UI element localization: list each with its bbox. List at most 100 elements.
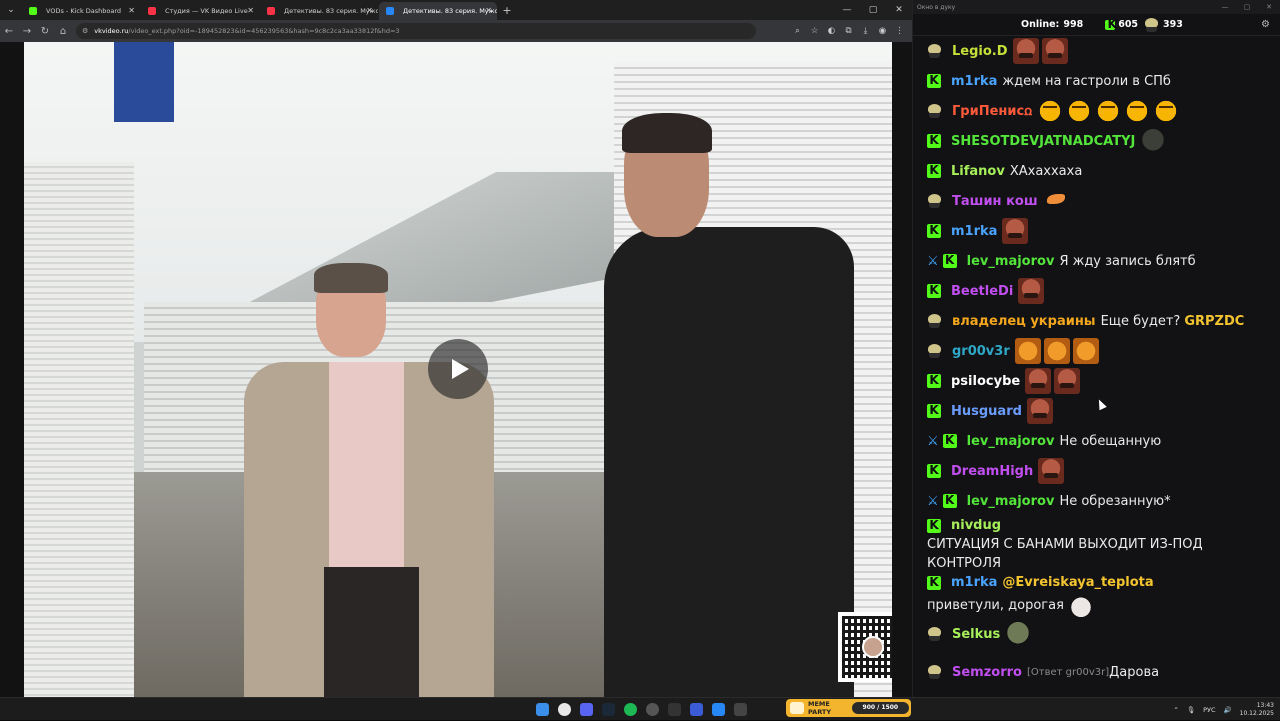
cry-emote-icon (1066, 98, 1093, 124)
skull-badge-icon (927, 344, 943, 358)
play-button[interactable] (428, 339, 488, 399)
home-icon[interactable]: ⌂ (54, 26, 72, 37)
kick-badge-icon (927, 573, 941, 592)
settings-gear-icon[interactable]: ⚙ (1261, 19, 1270, 30)
menu-icon[interactable]: ⋮ (891, 26, 908, 36)
chat-username[interactable]: nivdug (951, 516, 1001, 535)
chat-username[interactable]: Legio.D (952, 42, 1008, 61)
profile-icon[interactable]: ◉ (874, 26, 891, 36)
kick-badge-icon (942, 431, 957, 450)
tray-chevron-icon[interactable]: ⌃ (1173, 706, 1178, 714)
tab-close-icon[interactable]: ✕ (128, 2, 135, 20)
chat-username[interactable]: Husguard (951, 402, 1022, 421)
steam-icon[interactable] (602, 703, 615, 716)
chat-username[interactable]: m1rka (951, 222, 997, 241)
chat-username[interactable]: BeetleDi (951, 282, 1013, 301)
chrome-icon[interactable] (558, 703, 571, 716)
zoom-icon[interactable]: ⌕ (789, 26, 806, 36)
chat-username[interactable]: Lifanov (951, 162, 1005, 181)
obs-icon[interactable] (646, 703, 659, 716)
chat-message-list: Legio.D m1rka ждем на гастроли в СПб ГриПен… (913, 36, 1280, 686)
tab-2[interactable]: Студия — VK Видео Live ✕ (141, 2, 259, 20)
language-indicator[interactable]: РУС (1203, 706, 1215, 714)
online-count: 998 (1063, 19, 1084, 30)
chat-username[interactable]: DreamHigh (951, 462, 1033, 481)
chat-username[interactable]: psilocybe (951, 372, 1020, 391)
tab-close-icon[interactable]: ✕ (485, 2, 492, 20)
maximize-icon[interactable]: ▢ (860, 0, 886, 20)
microphone-icon[interactable]: 🎙 (1187, 706, 1195, 714)
chat-message: SHESOTDEVJATNADCATYJ (927, 126, 1271, 156)
cry-emote-icon (1124, 98, 1151, 124)
maximize-icon[interactable]: ▢ (1236, 3, 1258, 11)
forward-icon[interactable]: → (18, 26, 36, 37)
close-icon[interactable]: ✕ (1258, 3, 1280, 11)
volume-icon[interactable]: 🔊 (1224, 706, 1232, 714)
chat-username[interactable]: lev_majorov (967, 252, 1055, 271)
tab-favicon-icon (148, 7, 156, 15)
skull-count: 393 (1163, 19, 1183, 30)
reload-icon[interactable]: ↻ (36, 26, 54, 37)
tab-4[interactable]: Детективы. 83 серия. Мужско ✕ (379, 2, 497, 20)
chat-username[interactable]: lev_majorov (967, 432, 1055, 451)
tab-search-icon[interactable]: ⌄ (0, 0, 22, 20)
chat-username[interactable]: m1rka (951, 72, 997, 91)
spotify-icon[interactable] (624, 703, 637, 716)
downloads-icon[interactable]: ⤓ (857, 26, 874, 36)
chat-username[interactable]: SHESOTDEVJATNADCATYJ (951, 132, 1135, 151)
reply-reference: [Ответ gr00v3r] (1026, 666, 1110, 678)
address-bar[interactable]: ⚙ vkvideo.ru /video_ext.php?oid=-1894528… (76, 23, 756, 39)
chat-message: DreamHigh (927, 456, 1271, 486)
vk-icon[interactable] (712, 703, 725, 716)
face-emote-icon (1025, 368, 1052, 394)
chat-mention[interactable]: @Evreiskaya_teplota (1002, 573, 1153, 592)
chat-message: ⚔ lev_majorovЯ жду запись блятб (927, 246, 1271, 276)
new-tab-button[interactable]: + (498, 2, 516, 20)
chat-username[interactable]: Selkus (952, 625, 1000, 644)
cry-emote-icon (1095, 98, 1122, 124)
face-emote-icon (1026, 398, 1053, 424)
player-icon[interactable] (690, 703, 703, 716)
kick-badge-icon (927, 131, 941, 150)
kick-badge-icon (927, 516, 941, 535)
viewer-counts: 605 393 (1105, 17, 1189, 32)
chat-username[interactable]: Ташин кош (952, 192, 1038, 211)
chat-username[interactable]: владелец украины (952, 312, 1096, 331)
chat-username[interactable]: ГриПенисꭥ (952, 102, 1032, 121)
site-info-icon[interactable]: ⚙ (82, 27, 88, 35)
chat-message: владелец украины Еще будет? GRPZDC (927, 306, 1271, 336)
meme-party-logo (790, 702, 804, 714)
chat-window-title: Окно в дуку (917, 3, 956, 11)
minimize-icon[interactable]: — (834, 0, 860, 20)
tab-close-icon[interactable]: ✕ (366, 2, 373, 20)
tab-1[interactable]: VODs - Kick Dashboard ✕ (22, 2, 140, 20)
chat-text: ждем на гастроли в СПб (1002, 73, 1171, 89)
tab-3[interactable]: Детективы. 83 серия. Мужско ✕ (260, 2, 378, 20)
tab-close-icon[interactable]: ✕ (247, 2, 254, 20)
bookmark-star-icon[interactable]: ☆ (806, 26, 823, 36)
chat-username[interactable]: m1rka (951, 573, 997, 592)
chat-text: Еще будет? (1100, 313, 1181, 329)
skull-badge-icon (927, 665, 943, 679)
chat-header: Online:998 605 393 ⚙ (913, 14, 1280, 36)
chat-username[interactable]: gr00v3r (952, 342, 1010, 361)
app-icon[interactable] (668, 703, 681, 716)
tab-label: VODs - Kick Dashboard (46, 7, 122, 15)
back-icon[interactable]: ← (0, 26, 18, 37)
start-icon[interactable] (536, 703, 549, 716)
discord-icon[interactable] (580, 703, 593, 716)
chat-text: Не обещанную (1059, 433, 1162, 449)
meme-party-widget: MEME PARTY 900 / 1500 (786, 699, 911, 717)
chat-message: m1rka (927, 216, 1271, 246)
face-emote-icon (1041, 38, 1068, 64)
chat-username[interactable]: Semzorro (952, 663, 1022, 682)
extension-icon[interactable]: ◐ (823, 26, 840, 36)
chat-username[interactable]: lev_majorov (967, 492, 1055, 511)
video-player[interactable] (24, 42, 892, 697)
chat-text: СИТУАЦИЯ С БАНАМИ ВЫХОДИТ ИЗ-ПОД КОНТРОЛ… (927, 537, 1203, 571)
extensions-puzzle-icon[interactable]: ⧉ (840, 26, 857, 36)
clock[interactable]: 13:43 10.12.2025 (1240, 702, 1274, 718)
close-icon[interactable]: ✕ (886, 0, 912, 20)
app-icon-2[interactable] (734, 703, 747, 716)
minimize-icon[interactable]: — (1214, 3, 1236, 11)
